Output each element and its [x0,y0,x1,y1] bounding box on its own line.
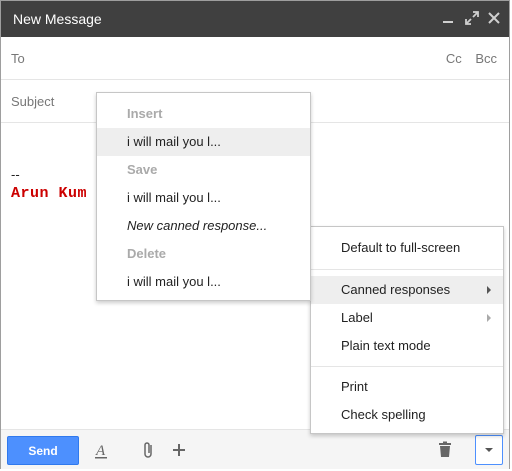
compose-titlebar[interactable]: New Message [1,1,509,37]
insert-canned-item[interactable]: i will mail you l... [97,128,310,156]
cc-bcc-links: Cc Bcc [436,51,497,66]
menu-item-default-fullscreen[interactable]: Default to full-screen [311,234,503,262]
menu-item-check-spelling[interactable]: Check spelling [311,401,503,429]
more-options-menu: Default to full-screen Canned responses … [310,226,504,434]
formatting-options-icon[interactable]: A [91,440,111,460]
menu-item-print[interactable]: Print [311,373,503,401]
to-label: To [11,51,25,66]
to-field[interactable]: To Cc Bcc [1,37,509,80]
menu-item-label: Canned responses [341,282,451,297]
canned-responses-submenu: Insert i will mail you l... Save i will … [96,92,311,301]
send-button[interactable]: Send [7,436,79,465]
more-options-button[interactable] [475,435,503,465]
menu-item-label[interactable]: Label [311,304,503,332]
new-canned-response-item[interactable]: New canned response... [97,212,310,240]
menu-divider [311,269,503,270]
menu-item-label-text: Label [341,310,373,325]
bcc-link[interactable]: Bcc [475,51,497,66]
menu-item-plain-text-mode[interactable]: Plain text mode [311,332,503,360]
minimize-icon[interactable] [439,9,457,27]
delete-canned-item[interactable]: i will mail you l... [97,268,310,296]
delete-header: Delete [127,246,167,261]
compose-toolbar: Send A [1,429,509,469]
window-title: New Message [13,11,102,27]
subject-label: Subject [11,94,55,109]
more-insert-options-icon[interactable] [169,440,189,460]
save-header: Save [127,162,158,177]
close-icon[interactable] [485,9,503,27]
cc-link[interactable]: Cc [446,51,462,66]
menu-divider [311,366,503,367]
insert-header: Insert [127,106,163,121]
discard-draft-icon[interactable] [435,440,455,460]
chevron-down-icon [485,448,493,452]
expand-icon[interactable] [463,9,481,27]
signature-name: Arun Kum [11,185,88,202]
submenu-arrow-icon [487,314,491,322]
attach-files-icon[interactable] [139,440,159,460]
svg-text:A: A [95,443,106,459]
menu-item-canned-responses[interactable]: Canned responses [311,276,503,304]
save-canned-item[interactable]: i will mail you l... [97,184,310,212]
signature-separator: -- [11,167,20,182]
submenu-arrow-icon [487,286,491,294]
